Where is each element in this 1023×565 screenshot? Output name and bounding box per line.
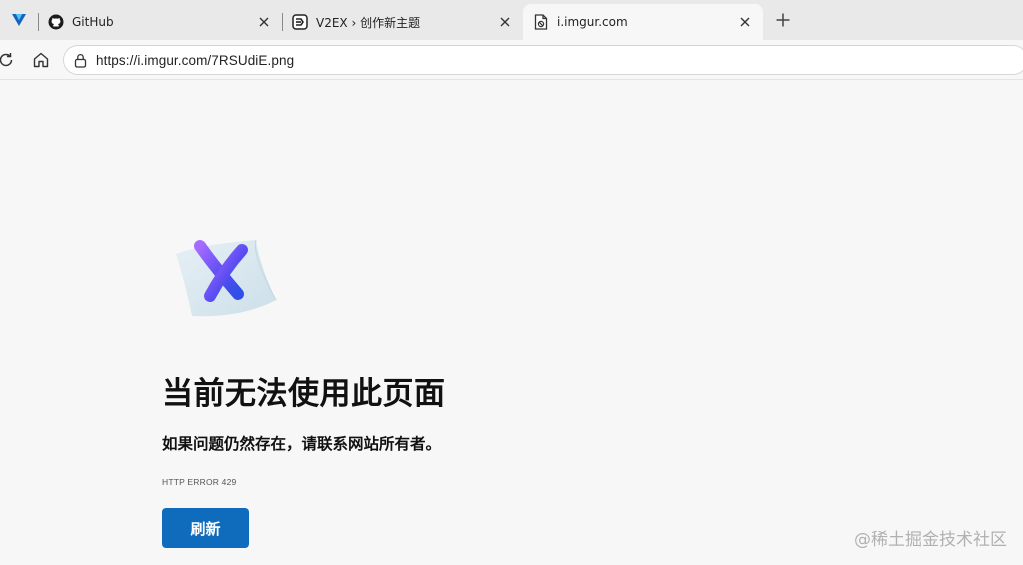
refresh-button[interactable] <box>0 50 16 70</box>
error-title: 当前无法使用此页面 <box>162 376 446 412</box>
tab-v2ex[interactable]: V2EX › 创作新主题 <box>282 4 523 40</box>
watermark: @稀土掘金技术社区 <box>854 530 1007 550</box>
github-icon <box>48 14 64 30</box>
broken-page-icon <box>533 14 549 30</box>
tab-separator <box>38 13 39 31</box>
plus-icon <box>776 13 790 27</box>
reload-button[interactable]: 刷新 <box>162 508 249 548</box>
home-icon <box>33 52 49 68</box>
browser-logo-icon[interactable] <box>8 10 30 30</box>
refresh-icon <box>0 53 13 67</box>
tab-imgur[interactable]: i.imgur.com <box>523 4 763 40</box>
browser-toolbar: https://i.imgur.com/7RSUdiE.png <box>0 40 1023 80</box>
error-code: HTTP ERROR 429 <box>162 477 237 487</box>
tab-github[interactable]: GitHub <box>38 4 282 40</box>
tab-title: GitHub <box>72 15 114 29</box>
home-button[interactable] <box>31 50 51 70</box>
v2ex-icon <box>292 14 308 30</box>
close-icon[interactable] <box>256 14 272 30</box>
close-icon[interactable] <box>737 14 753 30</box>
error-x-illustration-icon <box>176 239 277 317</box>
tab-separator <box>282 13 283 31</box>
tab-title: i.imgur.com <box>557 15 628 29</box>
url-text[interactable]: https://i.imgur.com/7RSUdiE.png <box>96 53 294 68</box>
address-bar[interactable]: https://i.imgur.com/7RSUdiE.png <box>63 45 1023 75</box>
new-tab-button[interactable] <box>772 9 794 31</box>
error-subtitle: 如果问题仍然存在，请联系网站所有者。 <box>162 435 442 453</box>
tab-strip: GitHub V2EX › 创作新主题 i.imgur.com <box>0 0 1023 40</box>
lock-icon[interactable] <box>72 52 88 68</box>
tab-title: V2EX › 创作新主题 <box>316 15 421 30</box>
close-icon[interactable] <box>497 14 513 30</box>
